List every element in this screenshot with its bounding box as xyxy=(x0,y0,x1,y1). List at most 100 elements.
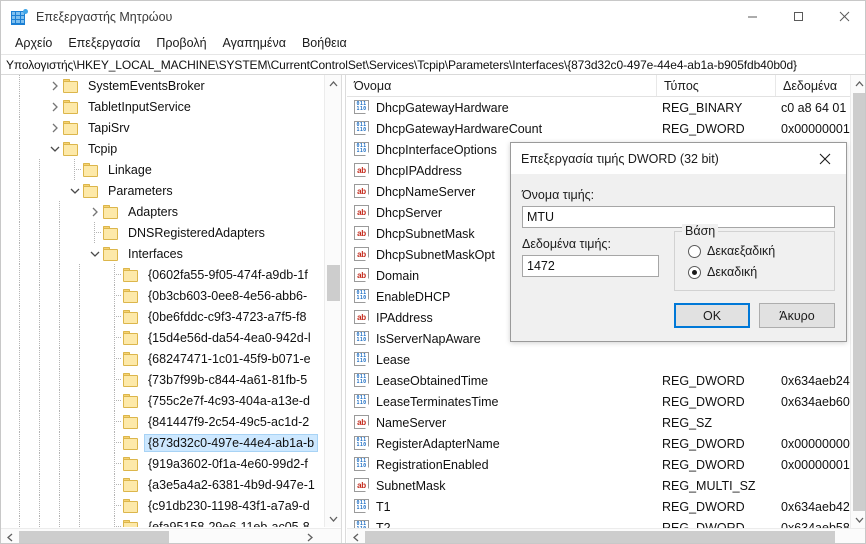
tree-node[interactable]: Linkage xyxy=(1,159,324,180)
maximize-button[interactable] xyxy=(775,1,821,32)
list-horizontal-scrollbar[interactable] xyxy=(347,528,865,543)
binary-value-icon: 011110 xyxy=(354,499,370,514)
value-row[interactable]: ab SubnetMask REG_MULTI_SZ xyxy=(347,475,850,496)
value-data-input[interactable]: 1472 xyxy=(522,255,659,277)
tree-node[interactable]: {0b3cb603-0ee8-4e56-abb6- xyxy=(1,285,324,306)
chevron-down-icon[interactable] xyxy=(67,180,83,201)
tree-line xyxy=(107,432,123,453)
binary-value-icon: 011110 xyxy=(354,100,370,115)
tree-node[interactable]: DNSRegisteredAdapters xyxy=(1,222,324,243)
tree-node[interactable]: {841447f9-2c54-49c5-ac1d-2 xyxy=(1,411,324,432)
value-name-cell: 011 110 RegisterAdapterName xyxy=(354,433,500,454)
cancel-button[interactable]: Άκυρο xyxy=(759,303,835,328)
folder-icon xyxy=(123,477,140,492)
radio-hexadecimal[interactable]: Δεκαεξαδική xyxy=(688,244,775,258)
list-scroll-up-icon[interactable] xyxy=(851,75,865,92)
tree-hscroll-left-icon[interactable] xyxy=(1,529,18,543)
tree-hscroll-thumb[interactable] xyxy=(19,531,169,543)
tree-node[interactable]: SystemEventsBroker xyxy=(1,75,324,96)
list-hscroll-left-icon[interactable] xyxy=(347,529,364,543)
value-name-text: IsServerNapAware xyxy=(376,331,481,346)
value-row[interactable]: 011 110 Lease xyxy=(347,349,850,370)
folder-icon xyxy=(123,372,140,387)
tree-node[interactable]: TabletInputService xyxy=(1,96,324,117)
menu-item-0[interactable]: Αρχείο xyxy=(7,34,60,52)
list-hscroll-thumb[interactable] xyxy=(365,531,835,543)
chevron-right-icon[interactable] xyxy=(47,96,63,117)
tree-scroll-down-icon[interactable] xyxy=(325,510,341,527)
tree-node[interactable]: {73b7f99b-c844-4a61-81fb-5 xyxy=(1,369,324,390)
column-header-data[interactable]: Δεδομένα xyxy=(776,75,850,96)
value-name-cell: 011 110 T1 xyxy=(354,496,391,517)
value-name-input[interactable]: MTU xyxy=(522,206,835,228)
value-name-cell: 011 110 Lease xyxy=(354,349,410,370)
value-row[interactable]: 011 110 LeaseTerminatesTime REG_DWORD 0x634a… xyxy=(347,391,850,412)
tree-node[interactable]: Parameters xyxy=(1,180,324,201)
tree-node[interactable]: {0be6fddc-c9f3-4723-a7f5-f8 xyxy=(1,306,324,327)
menu-item-4[interactable]: Βοήθεια xyxy=(294,34,355,52)
column-header-name[interactable]: Όνομα xyxy=(347,75,657,96)
tree-node[interactable]: Adapters xyxy=(1,201,324,222)
minimize-button[interactable] xyxy=(729,1,775,32)
tree-line xyxy=(107,390,123,411)
tree-node[interactable]: Tcpip xyxy=(1,138,324,159)
list-scroll-down-icon[interactable] xyxy=(851,511,865,528)
tree-node[interactable]: {c91db230-1198-43f1-a7a9-d xyxy=(1,495,324,516)
string-value-icon: ab xyxy=(354,226,370,241)
tree-node[interactable]: {919a3602-0f1a-4e60-99d2-f xyxy=(1,453,324,474)
tree-scroll-up-icon[interactable] xyxy=(325,75,341,92)
value-row[interactable]: 011 110 RegisterAdapterName REG_DWORD 0x0000… xyxy=(347,433,850,454)
tree-node[interactable]: {15d4e56d-da54-4ea0-942d-l xyxy=(1,327,324,348)
list-scroll-thumb[interactable] xyxy=(853,93,865,511)
dialog-close-icon[interactable] xyxy=(804,143,846,174)
tree-node[interactable]: {efa95158-29e6-11eb-ac05-8 xyxy=(1,516,324,527)
chevron-down-icon[interactable] xyxy=(47,138,63,159)
value-row[interactable]: 011 110 T1 REG_DWORD 0x634aeb42 xyxy=(347,496,850,517)
value-row[interactable]: 011110 T2 REG_DWORD 0x634aeb58 xyxy=(347,517,850,528)
value-row[interactable]: 011 110 DhcpGatewayHardwareCount REG_DWORD 0… xyxy=(347,118,850,139)
chevron-down-icon[interactable] xyxy=(87,243,103,264)
menu-item-1[interactable]: Επεξεργασία xyxy=(60,34,148,52)
value-name-text: RegistrationEnabled xyxy=(376,457,489,472)
value-type-cell: REG_DWORD xyxy=(662,520,745,529)
tree-node-label: Tcpip xyxy=(88,141,118,156)
window-controls xyxy=(729,1,865,32)
pane-splitter[interactable] xyxy=(341,75,346,543)
value-row[interactable]: 011 110 DhcpGatewayHardware REG_BINARY c0 a8… xyxy=(347,97,850,118)
tree-node[interactable]: Interfaces xyxy=(1,243,324,264)
tree-node[interactable]: {68247471-1c01-45f9-b071-e xyxy=(1,348,324,369)
tree-node[interactable]: TapiSrv xyxy=(1,117,324,138)
radio-decimal[interactable]: Δεκαδική xyxy=(688,265,757,279)
value-data-cell: 0x00000001 ( xyxy=(781,121,850,136)
value-row[interactable]: 011 110 LeaseObtainedTime REG_DWORD 0x634aeb… xyxy=(347,370,850,391)
value-row[interactable]: ab NameServer REG_SZ xyxy=(347,412,850,433)
menu-item-3[interactable]: Αγαπημένα xyxy=(215,34,294,52)
close-button[interactable] xyxy=(821,1,865,32)
column-header-type[interactable]: Τύπος xyxy=(657,75,776,96)
tree-node[interactable]: {0602fa55-9f05-474f-a9db-1f xyxy=(1,264,324,285)
tree-node[interactable]: {755c2e7f-4c93-404a-a13e-d xyxy=(1,390,324,411)
dialog-body: Όνομα τιμής: MTU Δεδομένα τιμής: 1472 Βά… xyxy=(511,174,846,341)
chevron-right-icon[interactable] xyxy=(87,201,103,222)
ok-button[interactable]: OK xyxy=(674,303,750,328)
value-name-text: DhcpNameServer xyxy=(376,184,476,199)
folder-icon xyxy=(123,309,140,324)
address-bar[interactable]: Υπολογιστής\HKEY_LOCAL_MACHINE\SYSTEM\Cu… xyxy=(1,54,865,75)
tree-scroll-thumb[interactable] xyxy=(327,265,340,301)
value-name-cell: ab IPAddress xyxy=(354,307,433,328)
tree-node[interactable]: {873d32c0-497e-44e4-ab1a-b xyxy=(1,432,324,453)
folder-icon xyxy=(123,456,140,471)
tree-hscroll-right-icon[interactable] xyxy=(301,529,318,543)
chevron-right-icon[interactable] xyxy=(47,75,63,96)
tree-line xyxy=(107,348,123,369)
chevron-right-icon[interactable] xyxy=(47,117,63,138)
tree-horizontal-scrollbar[interactable] xyxy=(1,528,341,543)
value-name-cell: 011110 T2 xyxy=(354,517,391,528)
tree-vertical-scrollbar[interactable] xyxy=(324,75,341,527)
list-vertical-scrollbar[interactable] xyxy=(850,75,865,528)
tree-node[interactable]: {a3e5a4a2-6381-4b9d-947e-1 xyxy=(1,474,324,495)
folder-icon xyxy=(103,246,120,261)
menu-item-2[interactable]: Προβολή xyxy=(148,34,214,52)
value-row[interactable]: 011 110 RegistrationEnabled REG_DWORD 0x0000… xyxy=(347,454,850,475)
tree-line xyxy=(107,495,123,516)
